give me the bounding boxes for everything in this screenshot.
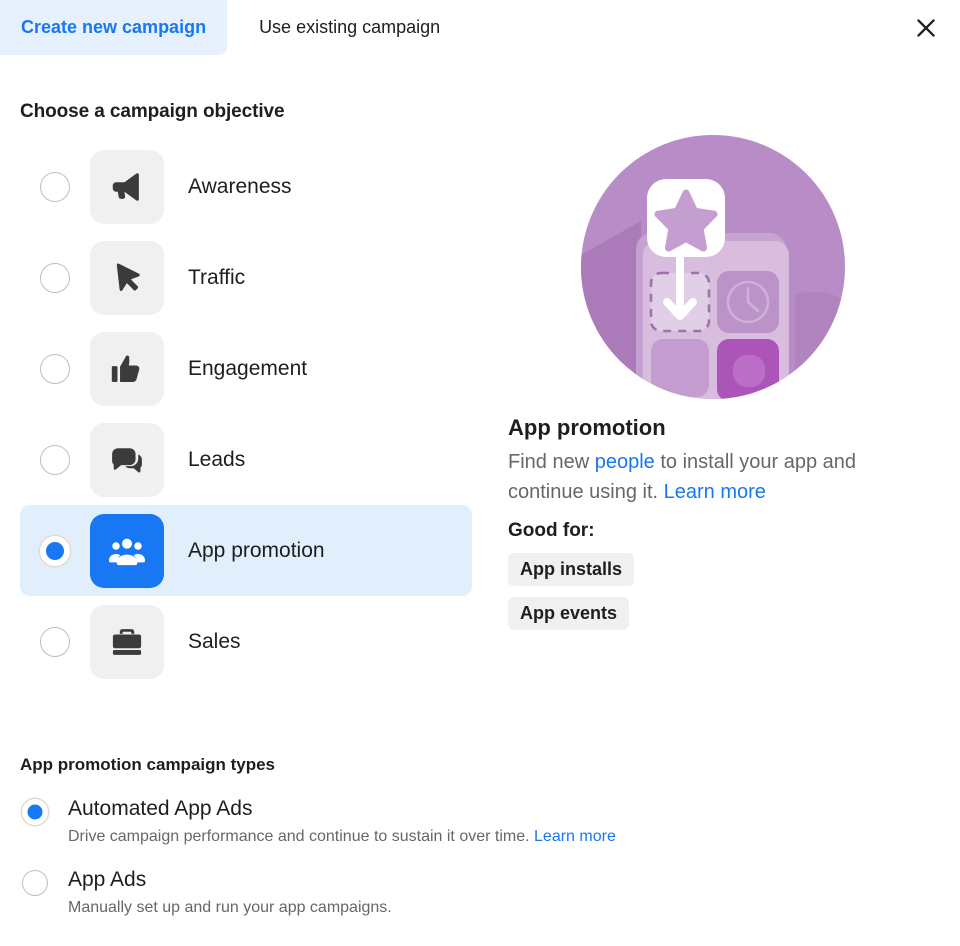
objective-row-awareness[interactable]: Awareness — [20, 141, 472, 232]
campaign-source-tabs: Create new campaign Use existing campaig… — [0, 0, 960, 56]
campaign-type-desc-text-1: Manually set up and run your app campaig… — [68, 899, 392, 917]
campaign-type-desc-automated-app-ads: Drive campaign performance and continue … — [68, 828, 616, 846]
objective-row-sales[interactable]: Sales — [20, 596, 472, 687]
campaign-types-heading: App promotion campaign types — [20, 755, 276, 774]
tab-create-new-campaign[interactable]: Create new campaign — [0, 0, 228, 55]
detail-description: Find new people to install your app and … — [508, 447, 920, 508]
chat-bubbles-icon — [112, 447, 142, 472]
objective-icon-tile-engagement — [90, 331, 164, 406]
objective-list: Awareness Traffic Engagement Leads App p… — [20, 141, 472, 687]
objective-row-leads[interactable]: Leads — [20, 414, 472, 505]
learn-more-link-detail[interactable]: Learn more — [664, 481, 766, 503]
learn-more-link-automated-app-ads[interactable]: Learn more — [534, 828, 616, 845]
objective-icon-tile-sales — [90, 604, 164, 679]
objective-radio-engagement[interactable] — [40, 353, 70, 384]
campaign-type-text-automated-app-ads: Automated App Ads Drive campaign perform… — [68, 797, 616, 846]
thumbs-up-icon — [111, 354, 140, 382]
campaign-type-name-automated-app-ads: Automated App Ads — [68, 797, 253, 820]
chip-app-installs: App installs — [508, 552, 635, 586]
objective-icon-tile-awareness — [90, 149, 164, 224]
objective-row-traffic[interactable]: Traffic — [20, 232, 472, 323]
tab-create-new-campaign-label: Create new campaign — [21, 17, 207, 37]
campaign-type-name-app-ads: App Ads — [68, 868, 147, 892]
detail-title: App promotion — [508, 415, 666, 440]
chip-row-app-installs: App installs — [508, 542, 940, 586]
campaign-type-desc-text-0: Drive campaign performance and continue … — [68, 828, 535, 846]
people-link[interactable]: people — [595, 451, 655, 473]
objective-radio-sales[interactable] — [40, 626, 70, 657]
close-button[interactable] — [910, 12, 942, 44]
objective-radio-app-promotion[interactable] — [40, 535, 70, 566]
campaign-objective-panel: Choose a campaign objective Awareness Tr… — [0, 101, 960, 917]
tab-use-existing-campaign-label: Use existing campaign — [259, 17, 441, 37]
objective-detail-panel: App promotion Find new people to install… — [472, 135, 940, 687]
close-icon — [917, 19, 935, 37]
objective-label-engagement: Engagement — [188, 356, 308, 380]
campaign-type-row-app-ads[interactable]: App Ads Manually set up and run your app… — [20, 868, 940, 917]
objective-label-sales: Sales — [188, 629, 241, 653]
chip-app-events: App events — [508, 596, 630, 630]
campaign-types-section: App promotion campaign types Automated A… — [20, 755, 940, 917]
objective-radio-traffic[interactable] — [40, 262, 70, 293]
people-group-icon — [109, 538, 145, 565]
objective-columns: Awareness Traffic Engagement Leads App p… — [20, 135, 940, 687]
objective-radio-awareness[interactable] — [40, 171, 70, 202]
campaign-type-row-automated-app-ads[interactable]: Automated App Ads Drive campaign perform… — [20, 797, 940, 846]
chip-row-app-events: App events — [508, 586, 940, 630]
objective-icon-tile-leads — [90, 422, 164, 497]
objective-row-app-promotion[interactable]: App promotion — [20, 505, 472, 596]
objective-row-engagement[interactable]: Engagement — [20, 323, 472, 414]
objective-label-awareness: Awareness — [188, 174, 292, 198]
objective-icon-tile-traffic — [90, 240, 164, 315]
objective-radio-leads[interactable] — [40, 444, 70, 475]
objective-icon-tile-app-promotion — [90, 513, 164, 588]
app-promotion-illustration — [581, 135, 845, 399]
page-title: Choose a campaign objective — [20, 101, 285, 122]
objective-label-traffic: Traffic — [188, 265, 246, 289]
megaphone-icon — [112, 172, 139, 201]
briefcase-icon — [112, 628, 142, 655]
campaign-type-radio-automated-app-ads[interactable] — [22, 799, 48, 825]
good-for-label: Good for: — [508, 519, 595, 541]
campaign-type-radio-app-ads[interactable] — [22, 870, 48, 897]
campaign-type-text-app-ads: App Ads Manually set up and run your app… — [68, 868, 392, 917]
tab-use-existing-campaign[interactable]: Use existing campaign — [227, 0, 461, 55]
objective-label-app-promotion: App promotion — [188, 538, 325, 562]
illustration-wrapper — [508, 135, 940, 399]
detail-desc-part1: Find new — [508, 451, 595, 473]
objective-label-leads: Leads — [188, 447, 246, 471]
campaign-type-desc-app-ads: Manually set up and run your app campaig… — [68, 899, 392, 917]
cursor-icon — [116, 262, 140, 291]
